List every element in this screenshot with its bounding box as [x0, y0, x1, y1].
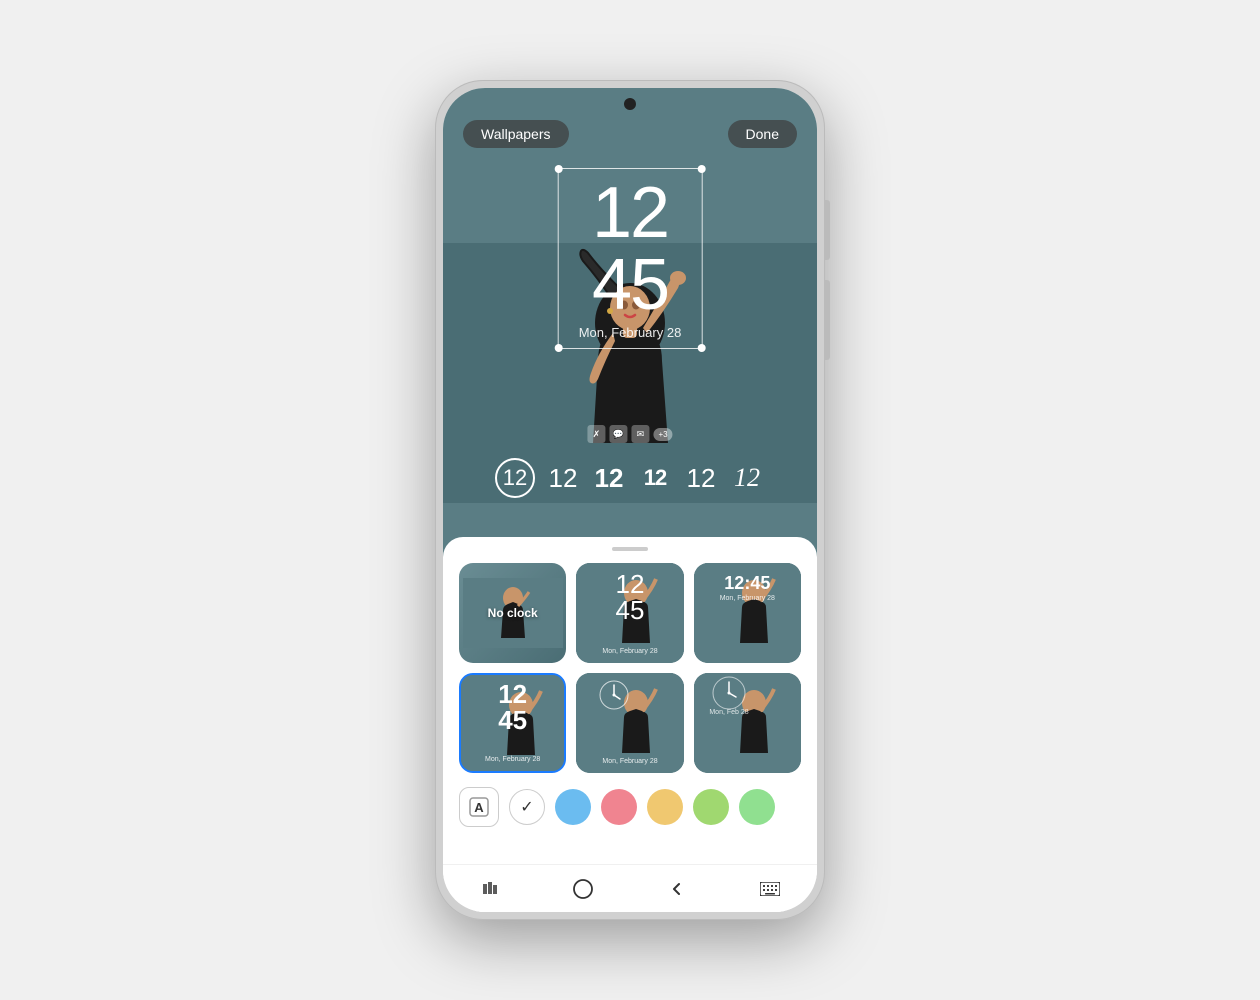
corner-dot-bl: [555, 344, 563, 352]
svg-text:Mon, Feb 28: Mon, Feb 28: [709, 709, 748, 716]
font-selector[interactable]: 12 12 12 12 12 12: [443, 458, 817, 498]
clock-date: Mon, February 28: [579, 325, 682, 340]
nav-bar: [443, 864, 817, 912]
phone-frame: Wallpapers Done 12 45 Mon, February 28 ✗…: [435, 80, 825, 920]
color-check-button[interactable]: ✓: [509, 789, 545, 825]
lock-top-bar: Wallpapers Done: [443, 120, 817, 148]
done-button[interactable]: Done: [728, 120, 797, 148]
color-more[interactable]: [739, 789, 775, 825]
font-option-bold[interactable]: 12: [591, 463, 627, 494]
font-option-serif[interactable]: 12: [729, 463, 765, 493]
color-blue[interactable]: [555, 789, 591, 825]
clock-grid[interactable]: No clock: [443, 563, 817, 773]
clock-widget[interactable]: 12 45 Mon, February 28: [558, 168, 703, 349]
color-green[interactable]: [693, 789, 729, 825]
color-yellow[interactable]: [647, 789, 683, 825]
font-option-extrabold[interactable]: 12: [637, 465, 673, 491]
clock-selection-box: 12 45 Mon, February 28: [558, 168, 703, 349]
nav-recents[interactable]: [470, 869, 510, 909]
font-type-button[interactable]: A: [459, 787, 499, 827]
phone-screen: Wallpapers Done 12 45 Mon, February 28 ✗…: [443, 88, 817, 912]
corner-dot-br: [697, 344, 705, 352]
color-pink[interactable]: [601, 789, 637, 825]
clock-thumb-no-clock[interactable]: No clock: [459, 563, 566, 663]
camera-notch: [624, 98, 636, 110]
sheet-handle: [612, 547, 648, 551]
color-row[interactable]: A ✓: [443, 773, 817, 835]
font-option-thin[interactable]: 12: [683, 463, 719, 494]
wallpapers-button[interactable]: Wallpapers: [463, 120, 569, 148]
font-option-circled[interactable]: 12: [495, 458, 535, 498]
lockscreen: Wallpapers Done 12 45 Mon, February 28 ✗…: [443, 88, 817, 598]
clock-thumb-style4[interactable]: Mon, February 28: [576, 673, 683, 773]
svg-text:A: A: [474, 800, 484, 815]
thumb-date-4: Mon, February 28: [602, 758, 657, 765]
nav-back[interactable]: [657, 869, 697, 909]
clock-hours: 12: [579, 177, 682, 249]
clock-thumb-style2[interactable]: 12:45 Mon, February 28: [694, 563, 801, 663]
notif-icon-3: ✉: [631, 425, 649, 443]
clock-thumb-bg-1: 12 45 Mon, February 28: [576, 563, 683, 663]
notif-icon-4: +3: [653, 428, 672, 441]
clock-thumb-bg-2: 12:45 Mon, February 28: [694, 563, 801, 663]
notification-icons: ✗ 💬 ✉ +3: [587, 425, 672, 443]
nav-keyboard[interactable]: [750, 869, 790, 909]
font-option-1[interactable]: 12: [545, 463, 581, 494]
bottom-sheet: No clock: [443, 537, 817, 912]
clock-thumb-style1[interactable]: 12 45 Mon, February 28: [576, 563, 683, 663]
clock-thumb-bg-3: 12 45 Mon, February 28: [461, 675, 564, 771]
thumb-date-3: Mon, February 28: [485, 756, 540, 763]
clock-thumb-style5[interactable]: Mon, Feb 28: [694, 673, 801, 773]
clock-thumb-style3[interactable]: 12 45 Mon, February 28: [459, 673, 566, 773]
nav-home[interactable]: [563, 869, 603, 909]
thumb-date-1: Mon, February 28: [602, 648, 657, 655]
no-clock-label: No clock: [459, 563, 566, 663]
clock-minutes: 45: [579, 249, 682, 321]
clock-thumb-bg-5: Mon, Feb 28: [694, 673, 801, 773]
clock-thumb-bg-4: Mon, February 28: [576, 673, 683, 773]
notif-icon-2: 💬: [609, 425, 627, 443]
notif-icon-1: ✗: [587, 425, 605, 443]
